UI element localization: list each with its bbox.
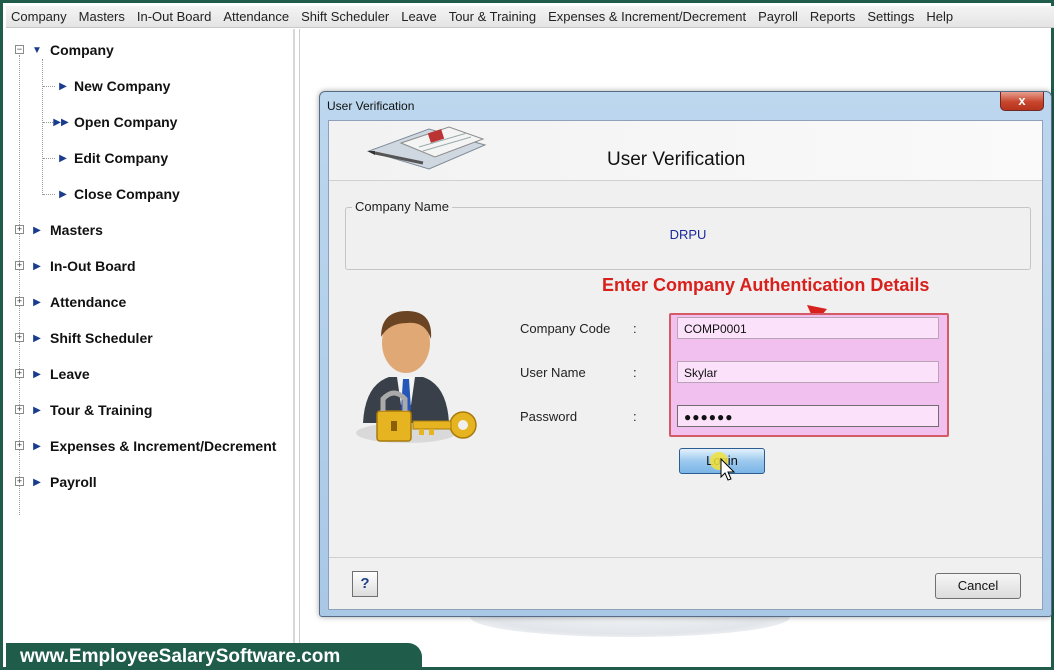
tree-label: Payroll [50,474,97,490]
expand-icon[interactable]: + [15,369,24,378]
user-lock-key-icon [356,311,477,443]
tree-item-close-company[interactable]: ▶ Close Company [56,184,180,204]
menu-bar: Company Masters In-Out Board Attendance … [6,6,1054,28]
triangle-right-icon: ▶ [33,368,41,380]
expand-icon[interactable]: + [15,441,24,450]
close-button[interactable]: x [1000,92,1044,111]
triangle-right-icon: ▶ [33,476,41,488]
company-code-input[interactable]: COMP0001 [677,317,939,339]
navigation-tree: − ▼ Company ▶ New Company ▶▶ Open Compan… [6,29,295,643]
website-url: www.EmployeeSalarySoftware.com [20,646,341,667]
tree-label: Masters [50,222,103,238]
footer-separator [329,557,1042,558]
collapse-icon[interactable]: − [15,45,24,54]
tree-item-masters[interactable]: ▶ Masters [30,220,103,240]
cancel-button[interactable]: Cancel [935,573,1021,599]
tree-label: Close Company [74,186,180,202]
triangle-right-icon: ▶ [33,404,41,416]
dialog-window-title: User Verification [327,99,415,113]
tree-item-leave[interactable]: ▶ Leave [30,364,90,384]
expand-icon[interactable]: + [15,225,24,234]
expand-icon[interactable]: + [15,297,24,306]
company-name-group: Company Name DRPU [345,199,1031,270]
menu-shift-scheduler[interactable]: Shift Scheduler [296,9,396,24]
menu-tour-training[interactable]: Tour & Training [444,9,543,24]
tree-line [42,59,43,195]
triangle-right-icon: ▶ [33,296,41,308]
close-icon: x [1018,93,1026,108]
tree-label: Company [50,42,114,58]
expand-icon[interactable]: + [15,261,24,270]
triangle-down-icon: ▼ [32,44,42,56]
company-name-label: Company Name [352,199,452,214]
user-name-input[interactable]: Skylar [677,361,939,383]
menu-reports[interactable]: Reports [805,9,863,24]
tree-label: Edit Company [74,150,169,166]
triangle-right-icon: ▶ [33,332,41,344]
app-window: Company Masters In-Out Board Attendance … [0,0,1054,670]
tree-label: Open Company [74,114,178,130]
tree-item-shift-scheduler[interactable]: ▶ Shift Scheduler [30,328,153,348]
menu-settings[interactable]: Settings [862,9,921,24]
tree-line [43,194,55,195]
menu-expenses[interactable]: Expenses & Increment/Decrement [543,9,753,24]
colon: : [633,321,637,336]
tree-label: Shift Scheduler [50,330,153,346]
tree-line [43,86,55,87]
help-button[interactable]: ? [352,571,378,597]
tree-item-edit-company[interactable]: ▶ Edit Company [56,148,168,168]
tree-label: In-Out Board [50,258,136,274]
dialog-header-title: User Verification [607,149,746,170]
triangle-right-icon: ▶ [59,152,67,164]
tree-label: Tour & Training [50,402,153,418]
mouse-cursor-icon [710,452,736,481]
menu-attendance[interactable]: Attendance [218,9,296,24]
expand-icon[interactable]: + [15,477,24,486]
help-icon: ? [360,575,370,592]
menu-company[interactable]: Company [6,9,74,24]
triangle-right-icon: ▶ [33,260,41,272]
documents-pen-icon [367,126,487,170]
expand-icon[interactable]: + [15,333,24,342]
menu-masters[interactable]: Masters [74,9,132,24]
double-triangle-right-icon: ▶▶ [53,116,69,128]
menu-help[interactable]: Help [921,9,960,24]
tree-item-company[interactable]: ▼ Company [30,40,114,60]
company-name-value: DRPU [669,227,707,242]
tree-label: Leave [50,366,90,382]
tree-label: New Company [74,78,171,94]
tree-item-expenses[interactable]: ▶ Expenses & Increment/Decrement [30,436,276,456]
cancel-label: Cancel [957,578,999,593]
dialog-header: User Verification [329,121,1042,181]
triangle-right-icon: ▶ [33,440,41,452]
colon: : [633,409,637,424]
company-code-label: Company Code [520,321,611,336]
tree-item-tour-training[interactable]: ▶ Tour & Training [30,400,152,420]
triangle-right-icon: ▶ [59,80,67,92]
tree-item-payroll[interactable]: ▶ Payroll [30,472,97,492]
menu-in-out-board[interactable]: In-Out Board [132,9,218,24]
password-label: Password [520,409,578,424]
tree-label: Attendance [50,294,127,310]
website-banner: www.EmployeeSalarySoftware.com [6,643,422,670]
colon: : [633,365,637,380]
tree-item-open-company[interactable]: ▶▶ Open Company [52,112,177,132]
tree-line [43,158,55,159]
menu-leave[interactable]: Leave [396,9,443,24]
triangle-right-icon: ▶ [33,224,41,236]
expand-icon[interactable]: + [15,405,24,414]
user-verification-dialog: User Verification x User Verification Co… [319,91,1052,617]
tree-item-new-company[interactable]: ▶ New Company [56,76,170,96]
tree-label: Expenses & Increment/Decrement [50,438,277,454]
tree-item-attendance[interactable]: ▶ Attendance [30,292,126,312]
menu-payroll[interactable]: Payroll [753,9,805,24]
user-name-label: User Name [520,365,586,380]
triangle-right-icon: ▶ [59,188,67,200]
tree-item-in-out-board[interactable]: ▶ In-Out Board [30,256,136,276]
dialog-client-area: User Verification Company Name DRPU Ente… [328,120,1043,610]
instruction-callout: Enter Company Authentication Details [602,275,930,295]
password-input[interactable]: ●●●●●● [677,405,939,427]
